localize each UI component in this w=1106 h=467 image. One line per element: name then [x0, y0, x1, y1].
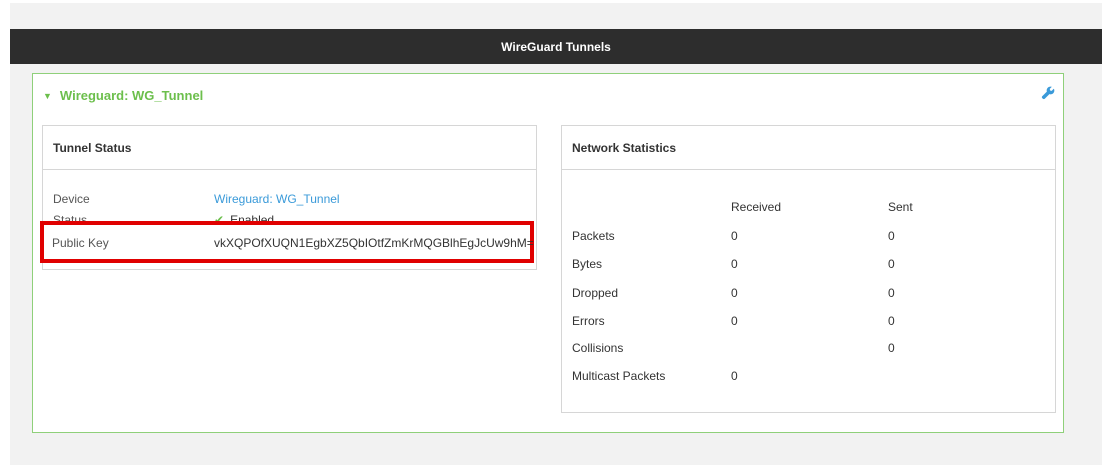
- page-title: WireGuard Tunnels: [501, 39, 611, 54]
- table-row: Errors 0 0: [562, 314, 1055, 334]
- dropped-sent: 0: [888, 286, 895, 300]
- packets-label: Packets: [572, 229, 615, 243]
- bytes-received: 0: [731, 257, 738, 271]
- public-key-value: vkXQPOfXUQN1EgbXZ5QbIOtfZmKrMQGBlhEgJcUw…: [214, 236, 534, 250]
- table-row: Packets 0 0: [562, 229, 1055, 249]
- bytes-label: Bytes: [572, 257, 603, 271]
- table-row: Bytes 0 0: [562, 257, 1055, 277]
- table-row: Multicast Packets 0: [562, 369, 1055, 389]
- errors-received: 0: [731, 314, 738, 328]
- network-statistics-title: Network Statistics: [562, 126, 1055, 170]
- errors-label: Errors: [572, 314, 605, 328]
- device-label: Device: [53, 192, 90, 206]
- public-key-highlight: Public Key vkXQPOfXUQN1EgbXZ5QbIOtfZmKrM…: [40, 221, 534, 263]
- caret-down-icon[interactable]: ▼: [43, 91, 52, 101]
- tunnel-panel-header[interactable]: ▼ Wireguard: WG_Tunnel: [43, 88, 203, 103]
- errors-sent: 0: [888, 314, 895, 328]
- bytes-sent: 0: [888, 257, 895, 271]
- network-statistics-card: Network Statistics Received Sent Packets…: [561, 125, 1056, 413]
- table-row: Dropped 0 0: [562, 286, 1055, 306]
- packets-received: 0: [731, 229, 738, 243]
- collisions-label: Collisions: [572, 341, 624, 355]
- table-row: Collisions 0: [562, 341, 1055, 361]
- sent-column-header: Sent: [888, 200, 913, 214]
- dropped-label: Dropped: [572, 286, 619, 300]
- collisions-sent: 0: [888, 341, 895, 355]
- device-link[interactable]: Wireguard: WG_Tunnel: [214, 192, 340, 206]
- received-column-header: Received: [731, 200, 782, 214]
- public-key-label: Public Key: [52, 236, 109, 250]
- page-title-bar: WireGuard Tunnels: [10, 29, 1102, 64]
- multicast-packets-label: Multicast Packets: [572, 369, 666, 383]
- packets-sent: 0: [888, 229, 895, 243]
- tunnel-status-title: Tunnel Status: [43, 126, 536, 170]
- wrench-icon[interactable]: [1041, 86, 1055, 100]
- dropped-received: 0: [731, 286, 738, 300]
- tunnel-panel-title[interactable]: Wireguard: WG_Tunnel: [60, 88, 203, 103]
- multicast-packets-received: 0: [731, 369, 738, 383]
